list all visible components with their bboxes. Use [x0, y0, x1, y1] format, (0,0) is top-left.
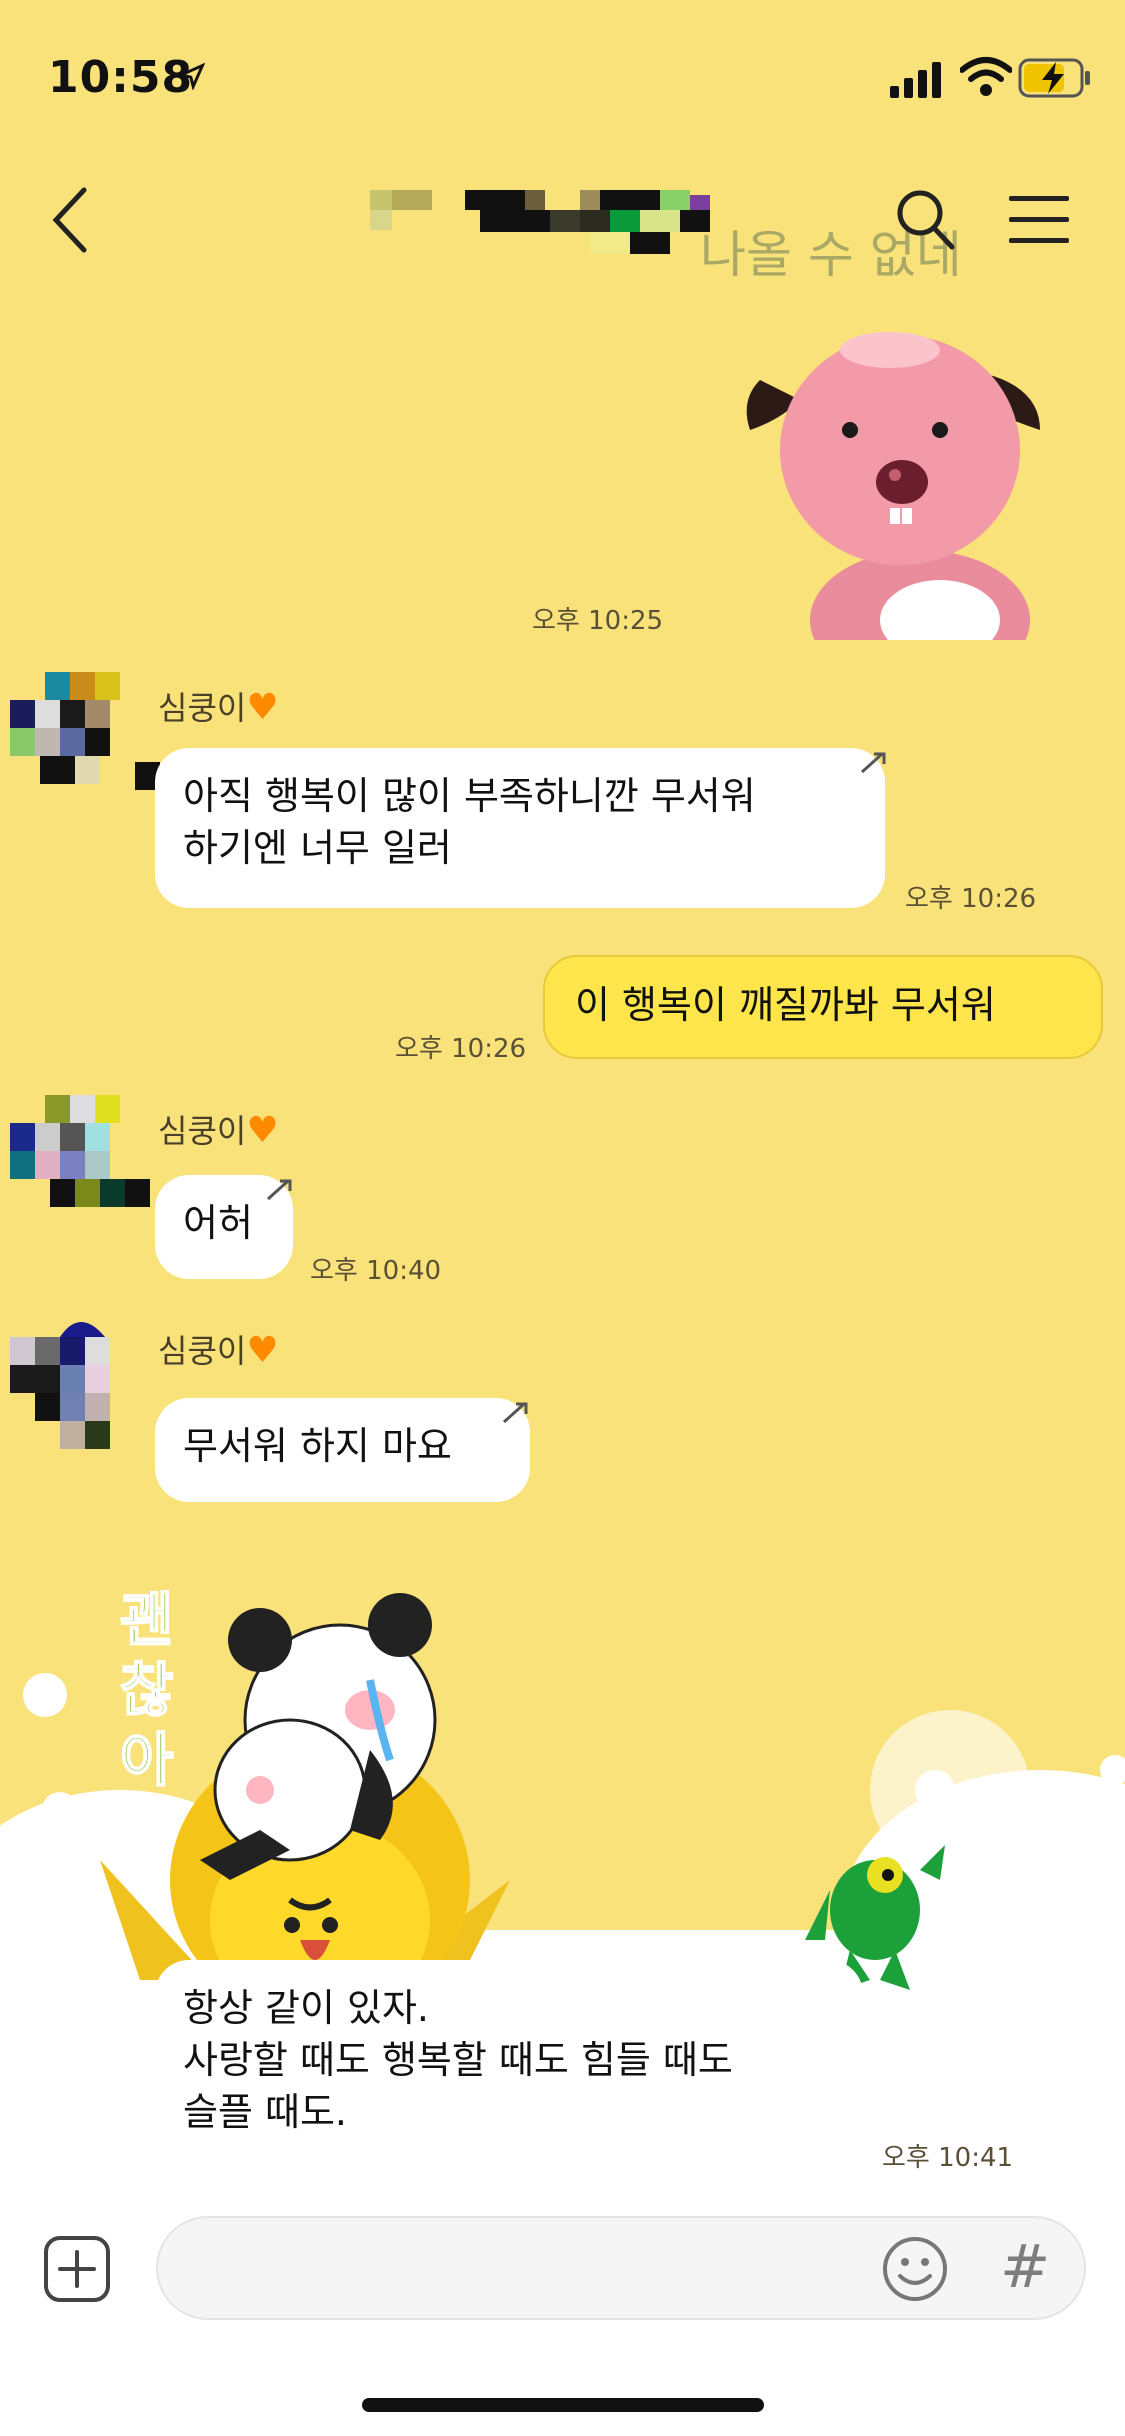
search-button[interactable]: [890, 185, 960, 255]
attach-plus-button[interactable]: [42, 2234, 112, 2304]
menu-button[interactable]: [1005, 190, 1077, 250]
orange-heart-icon: ♥: [246, 1330, 279, 1371]
message-bubble[interactable]: 아직 행복이 많이 부족하니깐 무서워 하기엔 너무 일러: [155, 748, 885, 908]
cellular-signal-icon: [890, 62, 941, 98]
reply-arrow-icon[interactable]: [858, 748, 892, 778]
message-time: 오후 10:40: [310, 1256, 442, 1286]
emoji-button[interactable]: [880, 2234, 950, 2304]
back-button[interactable]: [40, 180, 100, 260]
reply-arrow-icon[interactable]: [500, 1398, 534, 1428]
message-bubble[interactable]: 무서워 하지 마요: [155, 1398, 530, 1502]
avatar[interactable]: [10, 1095, 160, 1235]
my-message-bubble[interactable]: 이 행복이 깨질까봐 무서워: [543, 955, 1103, 1059]
sticker-text: 찮: [120, 1656, 173, 1724]
sender-name: 심쿵이♥: [158, 1110, 279, 1151]
message-time: 오후 10:26: [905, 884, 1037, 914]
sticker-text: 괜: [120, 1586, 173, 1654]
message-time: 오후 10:26: [395, 1034, 527, 1064]
sender-name: 심쿵이♥: [158, 687, 279, 728]
message-time: 오후 10:25: [532, 606, 664, 636]
hashtag-button[interactable]: #: [1000, 2232, 1060, 2302]
location-arrow-icon: [178, 62, 206, 90]
status-time: 10:58: [48, 52, 194, 103]
message-time: 오후 10:41: [882, 2143, 1014, 2173]
wifi-icon: [960, 57, 1012, 96]
avatar[interactable]: [10, 1312, 160, 1452]
battery-charging-icon: [1018, 58, 1090, 98]
avatar[interactable]: [10, 672, 160, 812]
panda-hug-sticker: 괜 찮 아: [100, 1585, 510, 1980]
orange-heart-icon: ♥: [246, 687, 279, 728]
reply-arrow-icon[interactable]: [264, 1175, 298, 1205]
message-bubble[interactable]: 항상 같이 있자. 사랑할 때도 행복할 때도 힘들 때도 슬플 때도.: [155, 1960, 863, 2168]
home-indicator[interactable]: [362, 2398, 764, 2412]
sticker-text: 아: [120, 1726, 173, 1794]
sender-name: 심쿵이♥: [158, 1330, 279, 1371]
orange-heart-icon: ♥: [246, 1110, 279, 1151]
loopy-sticker: [746, 332, 1040, 640]
